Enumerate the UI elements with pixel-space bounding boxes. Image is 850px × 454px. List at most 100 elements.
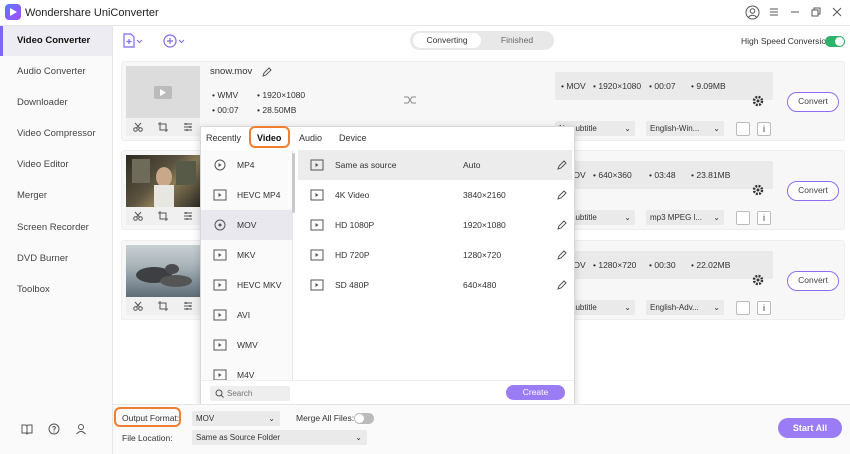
format-list-scrollbar[interactable] (292, 153, 295, 213)
sidebar-item-video-editor[interactable]: Video Editor (0, 150, 112, 180)
thumbnail (126, 155, 200, 207)
book-icon[interactable] (21, 423, 33, 435)
out-resolution: 1920×1080 (598, 81, 642, 91)
file-location-select[interactable]: Same as Source Folder ⌄ (192, 430, 367, 445)
start-all-button[interactable]: Start All (778, 418, 842, 438)
load-dvd-button[interactable] (162, 32, 188, 50)
user-icon[interactable] (75, 423, 87, 435)
audio-select[interactable]: English-Adv... ⌄ (646, 300, 724, 315)
format-wmv[interactable]: WMV (201, 330, 292, 360)
settings-gear-icon[interactable] (752, 184, 764, 196)
sidebar-item-video-converter[interactable]: Video Converter (0, 26, 112, 56)
video-file-icon (213, 249, 227, 261)
format-mkv[interactable]: MKV (201, 240, 292, 270)
video-file-icon (213, 189, 227, 201)
quality-row-same-as-source[interactable]: Same as source Auto (298, 150, 572, 180)
video-file-icon (213, 339, 227, 351)
trim-icon[interactable] (133, 122, 144, 132)
format-mp4[interactable]: MP4 (201, 150, 292, 180)
effects-icon[interactable] (183, 301, 193, 311)
tab-finished[interactable]: Finished (483, 33, 551, 48)
info-icon[interactable]: i (757, 122, 771, 136)
trim-icon[interactable] (133, 301, 144, 311)
search-icon (215, 389, 224, 398)
crop-icon[interactable] (157, 122, 168, 132)
sidebar-item-downloader[interactable]: Downloader (0, 88, 112, 118)
sidebar-item-toolbox[interactable]: Toolbox (0, 275, 112, 305)
settings-gear-icon[interactable] (752, 274, 764, 286)
status-toggle: Converting Finished (410, 31, 554, 50)
tab-recently[interactable]: Recently (206, 133, 241, 143)
sidebar-item-screen-recorder[interactable]: Screen Recorder (0, 213, 112, 243)
restore-icon[interactable] (811, 7, 821, 17)
source-format: WMV (217, 90, 239, 100)
high-speed-label: High Speed Conversion (741, 36, 831, 46)
convert-button[interactable]: Convert (787, 271, 839, 291)
format-m4v[interactable]: M4V (201, 360, 292, 380)
help-icon[interactable] (48, 423, 60, 435)
format-hevc-mkv[interactable]: HEVC MKV (201, 270, 292, 300)
create-button[interactable]: Create (506, 385, 565, 400)
settings-gear-icon[interactable] (752, 95, 764, 107)
quality-row-4k[interactable]: 4K Video 3840×2160 (298, 180, 572, 210)
sidebar: Video Converter Audio Converter Download… (0, 26, 113, 454)
sidebar-item-video-compressor[interactable]: Video Compressor (0, 119, 112, 149)
out-format: MOV (566, 81, 586, 91)
subtitle-edit-icon[interactable] (736, 211, 750, 225)
audio-select[interactable]: mp3 MPEG l... ⌄ (646, 210, 724, 225)
merge-label: Merge All Files: (296, 413, 355, 423)
video-icon (310, 189, 324, 201)
quality-row-1080p[interactable]: HD 1080P 1920×1080 (298, 210, 572, 240)
subtitle-edit-icon[interactable] (736, 122, 750, 136)
subtitle-edit-icon[interactable] (736, 301, 750, 315)
app-title: Wondershare UniConverter (25, 7, 159, 19)
format-mov[interactable]: MOV (201, 210, 292, 240)
convert-button[interactable]: Convert (787, 181, 839, 201)
merge-toggle[interactable] (354, 413, 374, 424)
tab-video[interactable]: Video (257, 133, 281, 143)
effects-icon[interactable] (183, 122, 193, 132)
format-avi[interactable]: AVI (201, 300, 292, 330)
output-format-select[interactable]: MOV ⌄ (192, 411, 280, 426)
info-icon[interactable]: i (757, 301, 771, 315)
add-files-button[interactable] (121, 32, 143, 50)
edit-icon[interactable] (557, 250, 567, 260)
search-input[interactable] (227, 387, 287, 400)
tab-audio[interactable]: Audio (299, 133, 322, 143)
crop-icon[interactable] (157, 211, 168, 221)
thumbnail-tools (126, 118, 200, 136)
rename-icon[interactable] (262, 67, 272, 77)
output-info: • MOV • 640×360 • 03:48 • 23.81MB (555, 161, 773, 189)
quality-row-720p[interactable]: HD 720P 1280×720 (298, 240, 572, 270)
out-size: 22.02MB (696, 260, 731, 270)
out-size: 9.09MB (696, 81, 726, 91)
tab-device[interactable]: Device (339, 133, 367, 143)
audio-select[interactable]: English-Win... ⌄ (646, 121, 724, 136)
crop-icon[interactable] (157, 301, 168, 311)
sidebar-item-merger[interactable]: Merger (0, 181, 112, 211)
high-speed-toggle[interactable] (825, 36, 845, 47)
edit-icon[interactable] (557, 160, 567, 170)
minimize-icon[interactable] (790, 7, 800, 17)
trim-icon[interactable] (133, 211, 144, 221)
effects-icon[interactable] (183, 211, 193, 221)
menu-icon[interactable] (769, 7, 779, 17)
video-icon (310, 249, 324, 261)
sidebar-item-audio-converter[interactable]: Audio Converter (0, 57, 112, 87)
search-box[interactable] (210, 386, 290, 401)
tab-converting[interactable]: Converting (413, 33, 481, 48)
format-hevc-mp4[interactable]: HEVC MP4 (201, 180, 292, 210)
sidebar-item-dvd-burner[interactable]: DVD Burner (0, 244, 112, 274)
convert-button[interactable]: Convert (787, 92, 839, 112)
edit-icon[interactable] (557, 220, 567, 230)
edit-icon[interactable] (557, 280, 567, 290)
edit-icon[interactable] (557, 190, 567, 200)
account-icon[interactable] (745, 5, 760, 20)
close-icon[interactable] (832, 7, 842, 17)
thumbnail (126, 245, 200, 297)
info-icon[interactable]: i (757, 211, 771, 225)
video-file-icon (213, 279, 227, 291)
convert-arrow-icon (403, 95, 417, 105)
format-list: MP4 HEVC MP4 MOV MKV HEVC MKV AVI WMV M4… (201, 150, 293, 380)
quality-row-480p[interactable]: SD 480P 640×480 (298, 270, 572, 300)
